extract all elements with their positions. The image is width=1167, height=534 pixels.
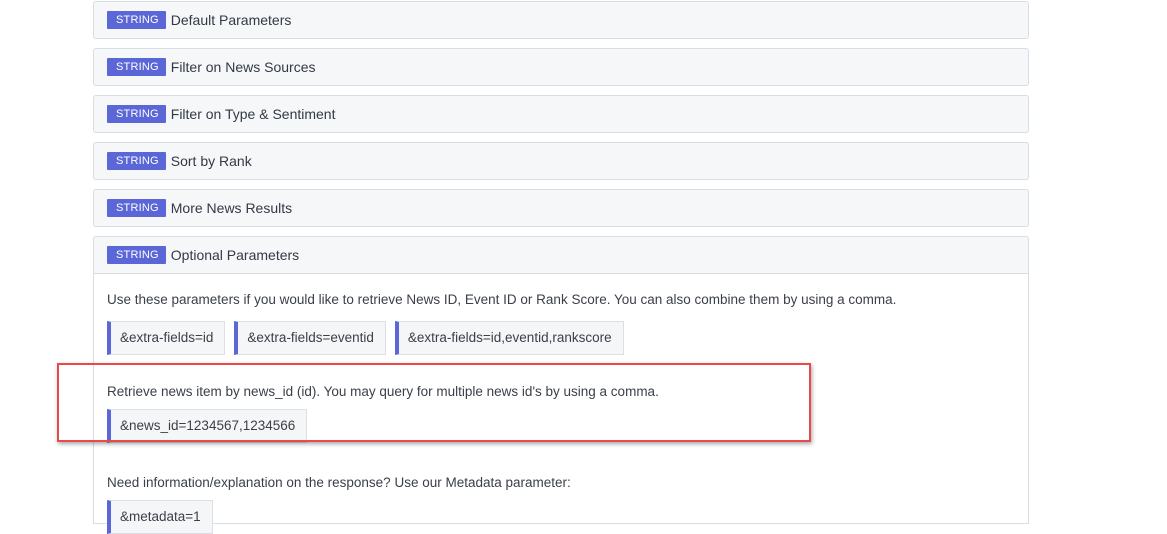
panel-heading-filter-news-sources[interactable]: STRING Filter on News Sources [94,49,1028,85]
panel-filter-news-sources: STRING Filter on News Sources [93,48,1029,86]
panel-optional-parameters: STRING Optional Parameters [93,236,1029,274]
optional-intro-text: Use these parameters if you would like t… [107,292,897,307]
optional-parameters-body: Use these parameters if you would like t… [93,274,1029,534]
type-badge: STRING [107,246,166,264]
panel-default-parameters: STRING Default Parameters [93,1,1029,39]
panel-heading-default-parameters[interactable]: STRING Default Parameters [94,2,1028,38]
metadata-description: Need information/explanation on the resp… [107,475,571,490]
extra-fields-codes: &extra-fields=id &extra-fields=eventid &… [107,321,1014,355]
code-news-id: &news_id=1234567,1234566 [107,409,308,443]
panel-sort-by-rank: STRING Sort by Rank [93,142,1029,180]
panel-heading-optional-parameters[interactable]: STRING Optional Parameters [94,237,1028,273]
panel-title: Sort by Rank [170,153,252,169]
panel-heading-more-news-results[interactable]: STRING More News Results [94,190,1028,226]
panel-title: Optional Parameters [170,247,300,263]
code-extra-fields-combined: &extra-fields=id,eventid,rankscore [394,321,624,355]
code-metadata: &metadata=1 [107,500,213,534]
panel-heading-filter-type-sentiment[interactable]: STRING Filter on Type & Sentiment [94,96,1028,132]
type-badge: STRING [107,11,166,29]
panel-heading-sort-by-rank[interactable]: STRING Sort by Rank [94,143,1028,179]
type-badge: STRING [107,152,166,170]
parameters-accordion: STRING Default Parameters STRING Filter … [93,1,1029,534]
panel-filter-type-sentiment: STRING Filter on Type & Sentiment [93,95,1029,133]
panel-title: More News Results [170,200,293,216]
type-badge: STRING [107,58,166,76]
panel-title: Filter on News Sources [170,59,316,75]
news-id-description: Retrieve news item by news_id (id). You … [107,384,659,399]
panel-title: Default Parameters [170,12,292,28]
type-badge: STRING [107,105,166,123]
panel-title: Filter on Type & Sentiment [170,106,336,122]
panel-more-news-results: STRING More News Results [93,189,1029,227]
code-extra-fields-id: &extra-fields=id [107,321,226,355]
type-badge: STRING [107,199,166,217]
code-extra-fields-eventid: &extra-fields=eventid [234,321,386,355]
